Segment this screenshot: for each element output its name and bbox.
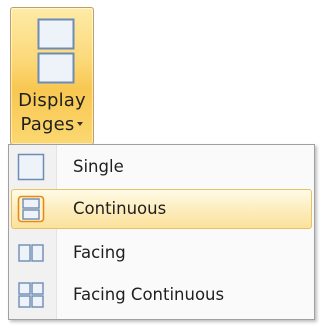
display-pages-label-line2: Pages [11,114,93,136]
menu-item-label: Facing [73,243,126,262]
display-pages-button[interactable]: Display Pages [10,7,94,145]
continuous-page-icon [17,195,45,223]
menu-item-label: Single [73,157,124,176]
display-pages-label-line1: Display [18,90,86,111]
menu-item-facing-continuous[interactable]: Facing Continuous [11,275,312,315]
menu-item-label: Continuous [73,199,167,218]
display-pages-menu: Single Continuous Facing Facing Continuo… [8,144,315,320]
menu-item-facing[interactable]: Facing [11,233,312,273]
display-pages-label-text: Pages [20,114,75,135]
menu-item-continuous[interactable]: Continuous [11,189,312,229]
screenshot-canvas: Display Pages Single Continuous Facing F… [0,0,319,326]
menu-item-single[interactable]: Single [11,147,312,187]
continuous-pages-icon [37,18,75,84]
menu-item-label: Facing Continuous [73,285,225,304]
single-page-icon [17,153,45,181]
chevron-down-icon [77,122,84,126]
facing-pages-icon [18,244,44,262]
facing-continuous-pages-icon [18,282,44,308]
